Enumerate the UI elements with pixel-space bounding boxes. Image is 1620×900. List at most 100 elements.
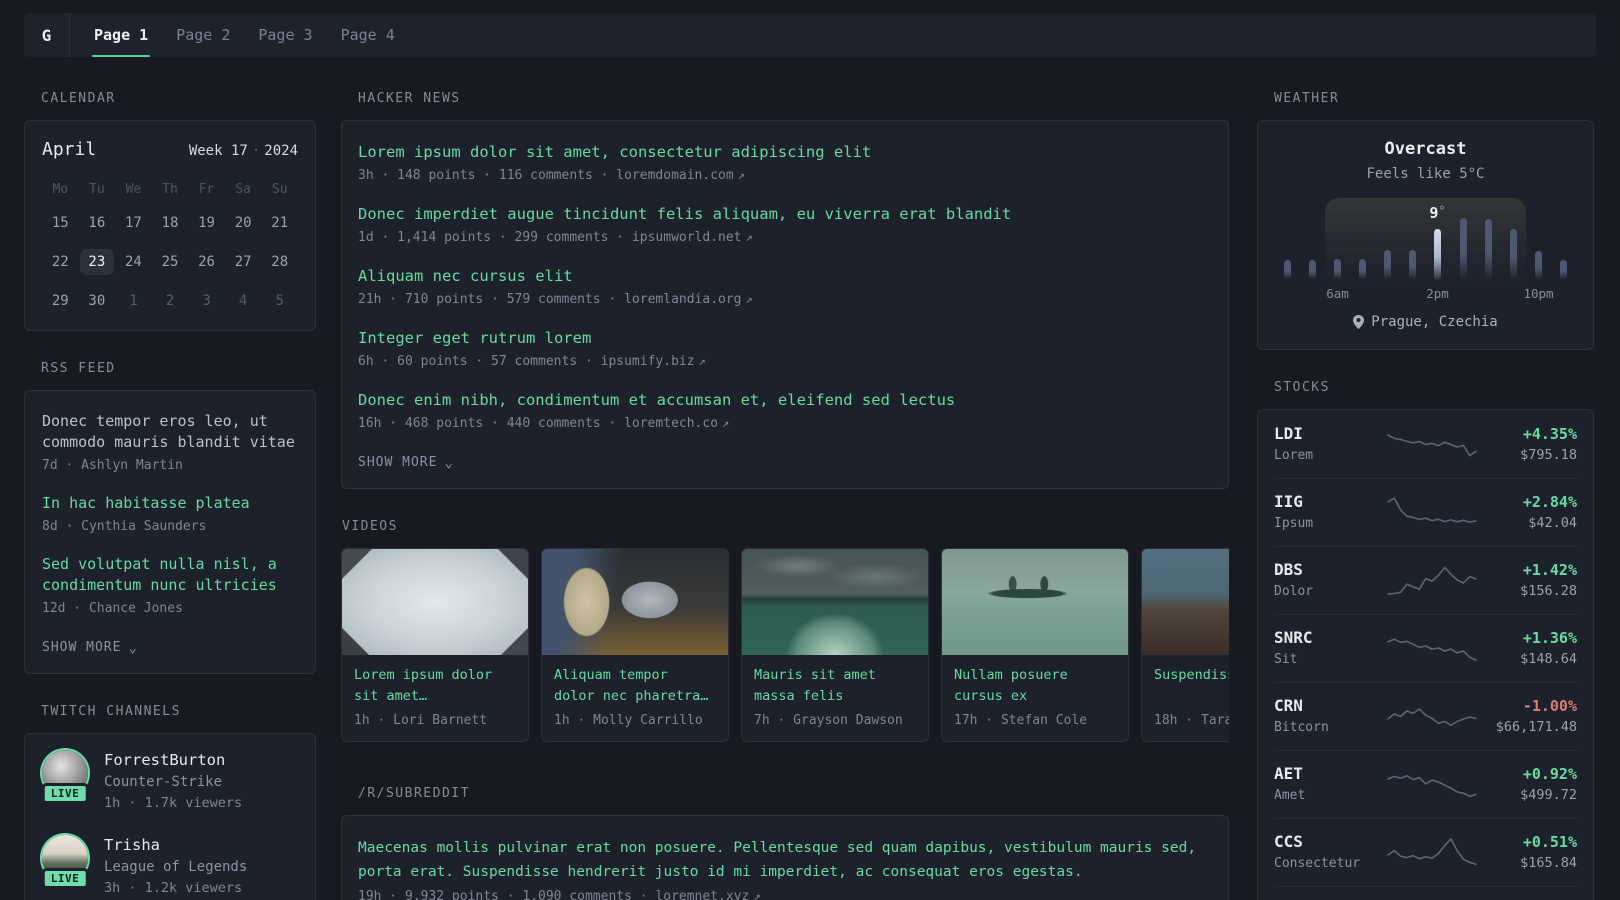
video-card[interactable]: Mauris sit amet massa felis 7h · Grayson… <box>741 548 929 742</box>
channel-game: Counter-Strike <box>104 774 223 790</box>
degree-symbol: ° <box>1438 203 1446 218</box>
weather-bar <box>1559 260 1567 280</box>
calendar-year: 2024 <box>264 143 298 159</box>
hn-story-meta-text: 1d · 1,414 points · 299 comments · ipsum… <box>358 230 742 245</box>
external-link-icon[interactable]: ↗ <box>742 292 753 306</box>
video-card[interactable]: Aliquam tempor dolor nec pharetra… 1h · … <box>541 548 729 742</box>
rss-item: In hac habitasse platea 8d · Cynthia Sau… <box>42 493 298 534</box>
channel-name: ForrestBurton <box>104 751 226 769</box>
rss-section-label: RSS FEED <box>41 361 116 376</box>
reddit-post-title[interactable]: Maecenas mollis pulvinar erat non posuer… <box>358 836 1212 884</box>
calendar-day: 18 <box>161 215 179 231</box>
calendar-day-selected: 23 <box>79 249 114 275</box>
video-title: Aliquam tempor dolor nec pharetra… <box>554 667 709 704</box>
calendar-day: 15 <box>51 215 69 231</box>
hn-story: Integer eget rutrum lorem 6h · 60 points… <box>358 327 1212 372</box>
stock-id: LDI Lorem <box>1274 423 1382 465</box>
current-temp-label: 9° <box>1429 204 1445 222</box>
calendar-day: 21 <box>271 215 289 231</box>
hn-story-meta-text: 21h · 710 points · 579 comments · loreml… <box>358 292 742 307</box>
external-link-icon[interactable]: ↗ <box>734 168 745 182</box>
video-meta: 7h · Grayson Dawson <box>754 713 903 728</box>
stock-row[interactable]: AHS +0.46% <box>1274 886 1577 900</box>
hacker-news-section-label: HACKER NEWS <box>358 91 461 106</box>
stock-name: Amet <box>1274 788 1306 803</box>
page-tabs: Page 1 Page 2 Page 3 Page 4 <box>80 13 409 57</box>
stock-name: Dolor <box>1274 584 1314 599</box>
app-logo[interactable]: G <box>24 13 70 57</box>
stock-row[interactable]: CRN Bitcorn -1.00% $66,171.48 <box>1274 682 1577 750</box>
stock-change: -1.00% <box>1522 696 1577 715</box>
rss-item-title[interactable]: In hac habitasse platea <box>42 493 298 514</box>
rss-widget: RSS FEED Donec tempor eros leo, ut commo… <box>24 361 316 674</box>
weather-section-label: WEATHER <box>1274 91 1340 106</box>
calendar-day-next-month: 2 <box>165 293 175 309</box>
stock-id: CRN Bitcorn <box>1274 695 1382 737</box>
weekday-label: Tu <box>89 182 105 197</box>
stock-row[interactable]: AET Amet +0.92% $499.72 <box>1274 750 1577 818</box>
stock-row[interactable]: CCS Consectetur +0.51% $165.84 <box>1274 818 1577 886</box>
reddit-post: Maecenas mollis pulvinar erat non posuer… <box>358 836 1212 900</box>
stock-sparkline <box>1382 765 1481 803</box>
tab-page-2[interactable]: Page 2 <box>162 13 244 57</box>
external-link-icon[interactable]: ↗ <box>749 889 760 900</box>
calendar-day-next-month: 4 <box>238 293 248 309</box>
video-card[interactable]: Lorem ipsum dolor sit amet consectetu… 1… <box>341 548 529 742</box>
video-thumbnail <box>942 549 1128 655</box>
video-thumbnail <box>342 549 528 655</box>
rss-item-title[interactable]: Donec tempor eros leo, ut commodo mauris… <box>42 411 298 453</box>
stock-sparkline <box>1382 561 1481 599</box>
stock-price: $42.04 <box>1528 514 1577 531</box>
stock-price: $165.84 <box>1520 854 1577 871</box>
twitch-channel-row[interactable]: LIVE ForrestBurton Counter-Strike 1h · 1… <box>41 750 298 813</box>
video-thumbnail <box>742 549 928 655</box>
stock-price: $66,171.48 <box>1495 718 1577 735</box>
tab-page-3[interactable]: Page 3 <box>244 13 326 57</box>
right-column: WEATHER Overcast Feels like 5°C 9° 6am 2p… <box>1257 91 1594 900</box>
stock-row[interactable]: DBS Dolor +1.42% $156.28 <box>1274 546 1577 614</box>
hn-story-title[interactable]: Integer eget rutrum lorem <box>358 327 1212 349</box>
rss-item-title[interactable]: Sed volutpat nulla nisl, a condimentum n… <box>42 554 298 596</box>
stock-name: Consectetur <box>1274 856 1361 871</box>
external-link-icon[interactable]: ↗ <box>742 230 753 244</box>
weather-condition: Overcast <box>1384 139 1467 159</box>
stock-values: +2.84% $42.04 <box>1481 492 1577 533</box>
weather-bar <box>1334 259 1342 280</box>
top-nav: G Page 1 Page 2 Page 3 Page 4 <box>24 13 1596 57</box>
weekday-label: We <box>125 182 142 197</box>
weather-tick-label: 2pm <box>1426 286 1449 301</box>
hn-story: Lorem ipsum dolor sit amet, consectetur … <box>358 141 1212 186</box>
video-meta: 18h · Tara <box>1154 713 1229 728</box>
video-card[interactable]: Suspendisse diam 18h · Tara <box>1141 548 1229 742</box>
stock-ticker: CRN <box>1274 696 1303 715</box>
rss-show-more-button[interactable]: SHOW MORE ⌄ <box>42 640 138 655</box>
stock-name: Lorem <box>1274 448 1314 463</box>
tab-page-4[interactable]: Page 4 <box>327 13 409 57</box>
stock-sparkline <box>1382 629 1481 667</box>
stock-id: SNRC Sit <box>1274 627 1382 669</box>
twitch-channel-row[interactable]: LIVE Trisha League of Legends 3h · 1.2k … <box>41 835 298 898</box>
hn-story-meta: 21h · 710 points · 579 comments · loreml… <box>358 289 1212 310</box>
weather-time-ticks: 6am 2pm 10pm <box>1274 286 1577 302</box>
weather-bar <box>1459 218 1467 280</box>
video-meta: 17h · Stefan Cole <box>954 713 1088 728</box>
stock-row[interactable]: SNRC Sit +1.36% $148.64 <box>1274 614 1577 682</box>
stock-row[interactable]: LDI Lorem +4.35% $795.18 <box>1274 411 1577 478</box>
calendar-card: April Week 17 · 2024 Mo Tu We Th Fr Sa Su … <box>24 120 316 331</box>
hn-story-title[interactable]: Aliquam nec cursus elit <box>358 265 1212 287</box>
stock-row[interactable]: IIG Ipsum +2.84% $42.04 <box>1274 478 1577 546</box>
tab-page-1[interactable]: Page 1 <box>80 13 162 57</box>
calendar-header: April Week 17 · 2024 <box>42 139 298 160</box>
stock-id: DBS Dolor <box>1274 559 1382 601</box>
hn-story-title[interactable]: Donec enim nibh, condimentum et accumsan… <box>358 389 1212 411</box>
external-link-icon[interactable]: ↗ <box>695 354 706 368</box>
video-card[interactable]: Nullam posuere cursus ex 17h · Stefan Co… <box>941 548 1129 742</box>
stock-ticker: IIG <box>1274 492 1303 511</box>
hn-story-title[interactable]: Donec imperdiet augue tincidunt felis al… <box>358 203 1212 225</box>
hn-show-more-button[interactable]: SHOW MORE ⌄ <box>358 455 454 470</box>
videos-row: Lorem ipsum dolor sit amet consectetu… 1… <box>341 548 1229 742</box>
external-link-icon[interactable]: ↗ <box>718 416 729 430</box>
calendar-section-label: CALENDAR <box>41 91 116 106</box>
twitch-section-label: TWITCH CHANNELS <box>41 704 181 719</box>
hn-story-title[interactable]: Lorem ipsum dolor sit amet, consectetur … <box>358 141 1212 163</box>
